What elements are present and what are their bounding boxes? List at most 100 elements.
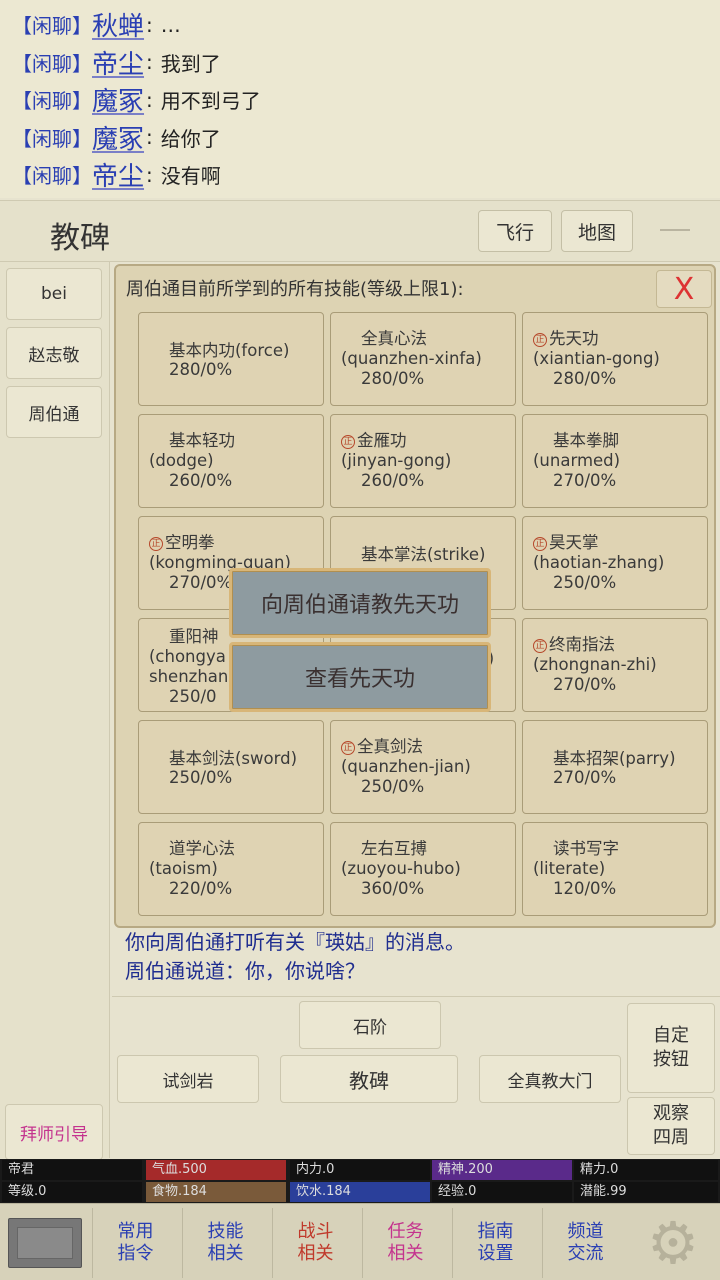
skill-name: 终南指法 bbox=[549, 635, 615, 654]
exit-west-button[interactable]: 试剑岩 bbox=[117, 1055, 259, 1103]
chat-player-name[interactable]: 帝尘 bbox=[92, 44, 144, 81]
chat-channel-tag: 【闲聊】 bbox=[12, 89, 92, 114]
nav-combat[interactable]: 战斗 相关 bbox=[272, 1208, 358, 1278]
chat-message: 给你了 bbox=[160, 126, 221, 151]
chat-colon: : bbox=[146, 162, 153, 187]
message-line: 周伯通说道：你，你说啥？ bbox=[125, 959, 365, 983]
observe-button-label: 观察 bbox=[653, 1103, 689, 1124]
skill-id: (zhongnan-zhi) bbox=[533, 655, 657, 674]
skill-cell[interactable]: 基本内功(force) 280/0% bbox=[138, 312, 324, 406]
skill-id: (quanzhen-xinfa) bbox=[341, 349, 482, 368]
map-button[interactable]: 地图 bbox=[561, 210, 633, 252]
npc-button[interactable]: bei bbox=[6, 268, 102, 320]
skill-level: 260/0% bbox=[169, 471, 233, 490]
skill-cell[interactable]: 基本拳脚 (unarmed) 270/0% bbox=[522, 414, 708, 508]
bottom-nav: 常用 指令 技能 相关 战斗 相关 任务 相关 指南 设置 频道 交流 ⚙ bbox=[0, 1203, 720, 1280]
nav-guide-settings[interactable]: 指南 设置 bbox=[452, 1208, 538, 1278]
skill-cell[interactable]: 左右互搏 (zuoyou-hubo) 360/0% bbox=[330, 822, 516, 916]
skill-name: 全真心法 bbox=[361, 329, 427, 348]
ask-skill-button[interactable]: 向周伯通请教先天功 bbox=[229, 568, 491, 638]
chat-player-name[interactable]: 帝尘 bbox=[92, 156, 144, 193]
chat-line: 【闲聊】 秋蝉 : … bbox=[12, 6, 720, 44]
skill-level: 250/0% bbox=[169, 768, 233, 787]
close-button[interactable]: X bbox=[656, 270, 712, 308]
skill-cell[interactable]: 正金雁功 (jinyan-gong) 260/0% bbox=[330, 414, 516, 508]
skill-name: 重阳神 bbox=[169, 627, 219, 646]
custom-button[interactable]: 自定 按钮 bbox=[627, 1003, 715, 1093]
chat-player-name[interactable]: 秋蝉 bbox=[92, 6, 144, 43]
chat-channel-tag: 【闲聊】 bbox=[12, 126, 92, 151]
nav-label: 频道 bbox=[567, 1221, 604, 1242]
skill-cell[interactable]: 正全真剑法 (quanzhen-jian) 250/0% bbox=[330, 720, 516, 814]
npc-button[interactable]: 周伯通 bbox=[6, 386, 102, 438]
nav-label: 任务 bbox=[387, 1221, 424, 1242]
food-stat: 食物.184 bbox=[146, 1182, 286, 1202]
nav-common-commands[interactable]: 常用 指令 bbox=[92, 1208, 178, 1278]
skill-cell[interactable]: 基本剑法(sword) 250/0% bbox=[138, 720, 324, 814]
skill-level: 120/0% bbox=[553, 879, 617, 898]
nav-label: 指南 bbox=[477, 1221, 514, 1242]
skill-name: 基本拳脚 bbox=[553, 431, 619, 450]
skill-name-row: 正先天功 bbox=[533, 329, 599, 349]
orthodox-mark-icon: 正 bbox=[341, 435, 355, 449]
gear-icon[interactable]: ⚙ bbox=[638, 1209, 708, 1277]
skill-id: (zuoyou-hubo) bbox=[341, 859, 461, 878]
skill-name: 先天功 bbox=[549, 329, 599, 348]
message-log: 你向周伯通打听有关『瑛姑』的消息。 周伯通说道：你，你说啥？ bbox=[112, 928, 720, 994]
npc-button[interactable]: 赵志敬 bbox=[6, 327, 102, 379]
level-stat: 等级.0 bbox=[2, 1182, 142, 1202]
nav-skills[interactable]: 技能 相关 bbox=[182, 1208, 268, 1278]
orthodox-mark-icon: 正 bbox=[341, 741, 355, 755]
skill-name: 读书写字 bbox=[553, 839, 619, 858]
chat-player-name[interactable]: 魔冢 bbox=[92, 119, 144, 156]
skill-level: 270/0% bbox=[169, 573, 233, 592]
skill-id: (jinyan-gong) bbox=[341, 451, 452, 470]
skill-cell[interactable]: 正昊天掌 (haotian-zhang) 250/0% bbox=[522, 516, 708, 610]
message-line: 你向周伯通打听有关『瑛姑』的消息。 bbox=[125, 930, 465, 954]
chat-panel: 【闲聊】 秋蝉 : … 【闲聊】 帝尘 : 我到了 【闲聊】 魔冢 : 用不到弓… bbox=[0, 0, 720, 198]
chat-message: 没有啊 bbox=[160, 164, 221, 189]
skill-cell[interactable]: 正先天功 (xiantian-gong) 280/0% bbox=[522, 312, 708, 406]
apprentice-guide-button[interactable]: 拜师引导 bbox=[5, 1104, 103, 1160]
orthodox-mark-icon: 正 bbox=[149, 537, 163, 551]
chat-channel-tag: 【闲聊】 bbox=[12, 51, 92, 76]
skill-cell[interactable]: 正终南指法 (zhongnan-zhi) 270/0% bbox=[522, 618, 708, 712]
game-logo-icon[interactable] bbox=[8, 1218, 82, 1268]
exits-panel: 石阶 试剑岩 教碑 全真教大门 自定 按钮 观察 四周 bbox=[112, 996, 720, 1158]
fly-button[interactable]: 飞行 bbox=[478, 210, 552, 252]
skill-level: 280/0% bbox=[361, 369, 425, 388]
nav-label: 技能 bbox=[207, 1221, 244, 1242]
skill-cell[interactable]: 道学心法 (taoism) 220/0% bbox=[138, 822, 324, 916]
exit-north-button[interactable]: 石阶 bbox=[299, 1001, 441, 1049]
skill-cell[interactable]: 读书写字 (literate) 120/0% bbox=[522, 822, 708, 916]
potential-stat: 潜能.99 bbox=[574, 1182, 718, 1202]
chat-message: … bbox=[160, 12, 181, 37]
observe-button[interactable]: 观察 四周 bbox=[627, 1097, 715, 1155]
hp-stat: 气血.500 bbox=[146, 1160, 286, 1180]
collapse-icon[interactable] bbox=[660, 229, 690, 231]
status-bar: 帝君 气血.500 内力.0 精神.200 精力.0 等级.0 食物.184 饮… bbox=[0, 1159, 720, 1203]
skill-id: shenzhan bbox=[149, 667, 229, 686]
view-skill-button[interactable]: 查看先天功 bbox=[229, 642, 491, 712]
nav-channels[interactable]: 频道 交流 bbox=[542, 1208, 628, 1278]
skill-name: 基本轻功 bbox=[169, 431, 235, 450]
skill-name-row: 正终南指法 bbox=[533, 635, 615, 655]
chat-player-name[interactable]: 魔冢 bbox=[92, 81, 144, 118]
skill-level: 270/0% bbox=[553, 675, 617, 694]
skill-cell[interactable]: 基本招架(parry) 270/0% bbox=[522, 720, 708, 814]
dialog-title: 周伯通目前所学到的所有技能(等级上限1): bbox=[126, 279, 464, 300]
skill-level: 250/0 bbox=[169, 687, 217, 706]
nav-quests[interactable]: 任务 相关 bbox=[362, 1208, 448, 1278]
game-logo-inner bbox=[17, 1227, 73, 1259]
exit-east-button[interactable]: 全真教大门 bbox=[479, 1055, 621, 1103]
skill-cell[interactable]: 基本轻功 (dodge) 260/0% bbox=[138, 414, 324, 508]
current-location-button[interactable]: 教碑 bbox=[280, 1055, 458, 1103]
jingshen-stat: 精神.200 bbox=[432, 1160, 572, 1180]
skill-level: 220/0% bbox=[169, 879, 233, 898]
skill-name-row: 正空明拳 bbox=[149, 533, 215, 553]
custom-button-label: 按钮 bbox=[653, 1049, 689, 1070]
skill-name: 空明拳 bbox=[165, 533, 215, 552]
chat-colon: : bbox=[146, 87, 153, 112]
neili-stat: 内力.0 bbox=[290, 1160, 430, 1180]
skill-cell[interactable]: 全真心法 (quanzhen-xinfa) 280/0% bbox=[330, 312, 516, 406]
